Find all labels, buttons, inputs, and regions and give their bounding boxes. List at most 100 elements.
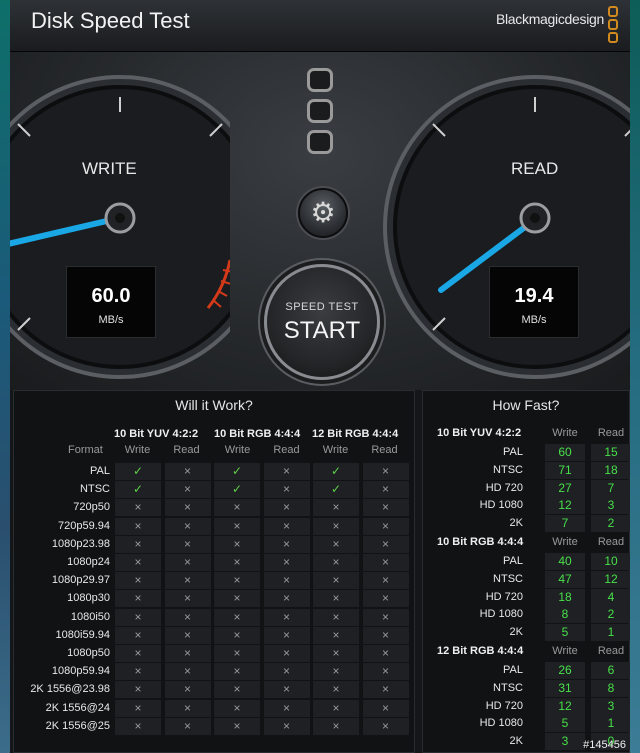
list-item: 2K 5 1 [423, 624, 630, 642]
will-it-work-table: Will it Work? 10 Bit YUV 4:2:2 Write Read 1… [13, 390, 415, 753]
table-row: 720p59.94 × × × × × × [18, 517, 412, 535]
table-row: PAL ✓ × ✓ × ✓ × [18, 463, 412, 480]
column-header-write: Write [552, 645, 578, 657]
speed-row-name: PAL [503, 446, 523, 458]
start-button[interactable]: SPEED TEST START [264, 264, 380, 380]
cross-icon: × [114, 699, 161, 717]
speed-row-name: PAL [503, 664, 523, 676]
speed-row-name: 2K [509, 517, 523, 530]
format-name: 1080i50 [70, 610, 110, 623]
cross-icon: × [262, 554, 310, 571]
settings-button[interactable]: ⚙ [298, 188, 348, 238]
start-button-label: START [283, 317, 361, 344]
table-row: NTSC ✓ × ✓ × ✓ × [18, 481, 412, 499]
read-fps-value: 15 [591, 444, 630, 461]
speed-row-name: HD 720 [485, 590, 523, 603]
read-fps-value: 6 [591, 662, 630, 679]
speed-group-title: 10 Bit RGB 4:4:4 [437, 536, 524, 548]
write-fps-value: 47 [545, 570, 585, 588]
write-fps-value: 12 [545, 697, 585, 715]
write-fps-value: 27 [545, 479, 585, 497]
format-name: 1080p50 [67, 647, 110, 659]
checkmark-icon: ✓ [312, 463, 359, 480]
cross-icon: × [163, 608, 211, 626]
read-speed-unit: MB/s [521, 314, 547, 326]
checkmark-icon: ✓ [312, 481, 359, 499]
table-row: 1080p59.94 × × × × × × [18, 663, 412, 681]
speed-group-title: 10 Bit YUV 4:2:2 [437, 427, 522, 439]
column-header-read: Read [273, 444, 300, 456]
format-name: 2K 1556@24 [45, 701, 110, 714]
column-header-read: Read [597, 536, 625, 548]
read-fps-value: 7 [591, 479, 630, 497]
list-item: HD 720 18 4 [423, 588, 630, 606]
cross-icon: × [213, 699, 260, 717]
cross-icon: × [213, 626, 260, 644]
table-row: 1080p24 × × × × × × [18, 554, 412, 571]
cross-icon: × [114, 517, 161, 535]
speed-row-name: 2K [509, 626, 523, 639]
read-fps-value: 8 [591, 679, 630, 697]
cross-icon: × [262, 717, 310, 735]
title-bar[interactable]: Disk Speed Test Blackmagicdesign [10, 0, 630, 52]
write-gauge-label: WRITE [82, 159, 137, 178]
format-name: NTSC [80, 483, 110, 496]
cross-icon: × [213, 681, 260, 699]
cross-icon: × [114, 681, 161, 699]
format-name: PAL [90, 465, 110, 477]
cross-icon: × [114, 499, 161, 517]
read-fps-value: 12 [591, 570, 630, 588]
read-fps-value: 4 [591, 588, 630, 606]
column-header-read: Read [173, 444, 200, 456]
results-area: Will it Work? 10 Bit YUV 4:2:2 Write Read 1… [10, 390, 630, 753]
cross-icon: × [262, 663, 310, 681]
app-window: Disk Speed Test Blackmagicdesign WRITE 6… [10, 0, 630, 753]
write-fps-value: 18 [545, 588, 585, 606]
format-name: 720p50 [73, 501, 110, 514]
format-name: 1080p30 [67, 592, 110, 605]
write-fps-value: 31 [545, 679, 585, 697]
speed-row-name: 2K [509, 735, 523, 748]
list-item: HD 1080 8 2 [423, 606, 630, 624]
cross-icon: × [163, 590, 211, 608]
table-row: 1080i50 × × × × × × [18, 608, 412, 626]
table-row: 1080p30 × × × × × × [18, 590, 412, 608]
cross-icon: × [361, 645, 409, 662]
read-readout: 19.4 MB/s [489, 266, 579, 338]
watermark: #145456 [583, 739, 626, 751]
cross-icon: × [312, 499, 359, 517]
read-fps-value: 2 [591, 606, 630, 624]
cross-icon: × [114, 608, 161, 626]
cross-icon: × [163, 663, 211, 681]
cross-icon: × [213, 554, 260, 571]
list-item: PAL 40 10 [423, 553, 630, 570]
cross-icon: × [163, 681, 211, 699]
read-fps-value: 3 [591, 697, 630, 715]
checkmark-icon: ✓ [213, 481, 260, 499]
cross-icon: × [361, 663, 409, 681]
speed-row-name: NTSC [493, 572, 523, 585]
cross-icon: × [163, 572, 211, 590]
cross-icon: × [163, 463, 211, 480]
read-speed-value: 19.4 [514, 285, 554, 307]
write-fps-value: 71 [545, 461, 585, 479]
checkmark-icon: ✓ [114, 481, 161, 499]
speed-row-name: HD 720 [485, 481, 523, 494]
format-name: 720p59.94 [58, 519, 110, 532]
list-item: HD 720 27 7 [423, 479, 630, 497]
cross-icon: × [213, 590, 260, 608]
cross-icon: × [312, 535, 359, 553]
write-speed-unit: MB/s [98, 314, 124, 326]
cross-icon: × [262, 608, 310, 626]
list-item: NTSC 31 8 [423, 679, 630, 697]
gear-icon: ⚙ [310, 197, 336, 228]
table-row: 2K 1556@25 × × × × × × [18, 717, 412, 735]
read-fps-value: 1 [591, 624, 630, 642]
write-fps-value: 3 [545, 733, 585, 751]
cross-icon: × [361, 572, 409, 590]
write-speed-value: 60.0 [91, 285, 131, 307]
table-row: 1080i59.94 × × × × × × [18, 626, 412, 644]
format-name: 2K 1556@23.98 [30, 683, 110, 696]
cross-icon: × [361, 626, 409, 644]
cross-icon: × [312, 608, 359, 626]
